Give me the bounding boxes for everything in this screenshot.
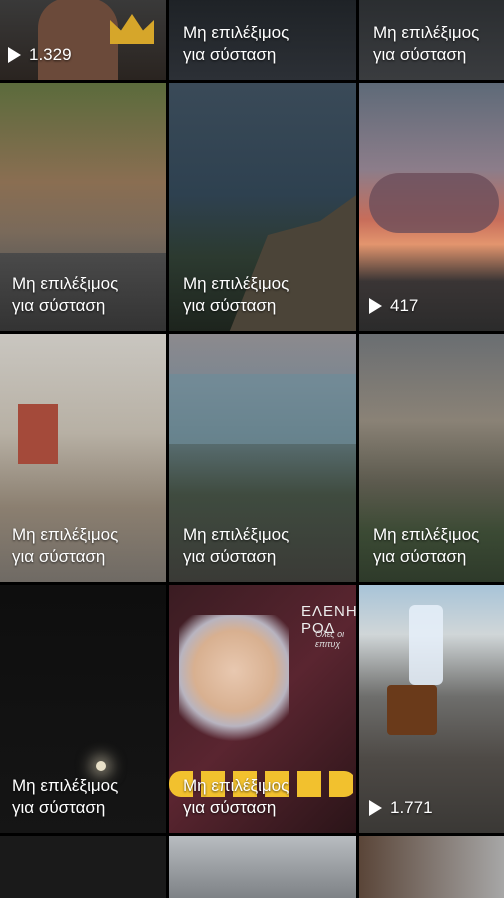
video-thumbnail[interactable]: Μη επιλέξιμος για σύσταση (169, 334, 356, 582)
video-thumbnail[interactable]: Μη επιλέξιμος για σύσταση (169, 0, 356, 80)
video-thumbnail[interactable]: 417 (359, 83, 504, 331)
view-count: 417 (369, 295, 418, 317)
album-title-text: Όλες οι επιτυχ (315, 629, 345, 649)
view-count: 1.329 (8, 44, 72, 66)
video-caption: Μη επιλέξιμος για σύσταση (183, 274, 290, 315)
play-icon (8, 47, 21, 63)
video-caption: Μη επιλέξιμος για σύσταση (12, 274, 119, 315)
video-thumbnail[interactable]: 1.771 (359, 585, 504, 833)
video-thumbnail[interactable]: Μη επιλέξιμος για σύσταση (169, 83, 356, 331)
video-caption: Μη επιλέξιμος για σύσταση (373, 525, 480, 566)
play-icon (369, 298, 382, 314)
video-grid: 1.329 Μη επιλέξιμος για σύσταση Μη επιλέ… (0, 0, 504, 898)
video-thumbnail[interactable]: 1.329 (0, 0, 166, 80)
video-thumbnail[interactable]: Μη επιλέξιμος για σύσταση (359, 0, 504, 80)
video-thumbnail[interactable]: Μη επιλέξιμος για σύσταση (0, 83, 166, 331)
video-caption: Μη επιλέξιμος για σύσταση (12, 776, 119, 817)
play-icon (369, 800, 382, 816)
video-caption: Μη επιλέξιμος για σύσταση (373, 23, 480, 64)
video-thumbnail[interactable] (0, 836, 166, 898)
video-thumbnail[interactable]: ΕΛΕΝΗ ΡΟΔ Όλες οι επιτυχ Μη επιλέξιμος γ… (169, 585, 356, 833)
video-thumbnail[interactable] (359, 836, 504, 898)
video-caption: Μη επιλέξιμος για σύσταση (183, 23, 290, 64)
video-thumbnail[interactable]: Μη επιλέξιμος για σύσταση (359, 334, 504, 582)
video-thumbnail[interactable]: Μη επιλέξιμος για σύσταση (0, 334, 166, 582)
video-caption: Μη επιλέξιμος για σύσταση (183, 776, 290, 817)
video-thumbnail[interactable]: Μη επιλέξιμος για σύσταση (0, 585, 166, 833)
video-caption: Μη επιλέξιμος για σύσταση (12, 525, 119, 566)
view-count: 1.771 (369, 797, 433, 819)
album-cover-portrait (179, 615, 289, 755)
video-thumbnail[interactable] (169, 836, 356, 898)
video-caption: Μη επιλέξιμος για σύσταση (183, 525, 290, 566)
